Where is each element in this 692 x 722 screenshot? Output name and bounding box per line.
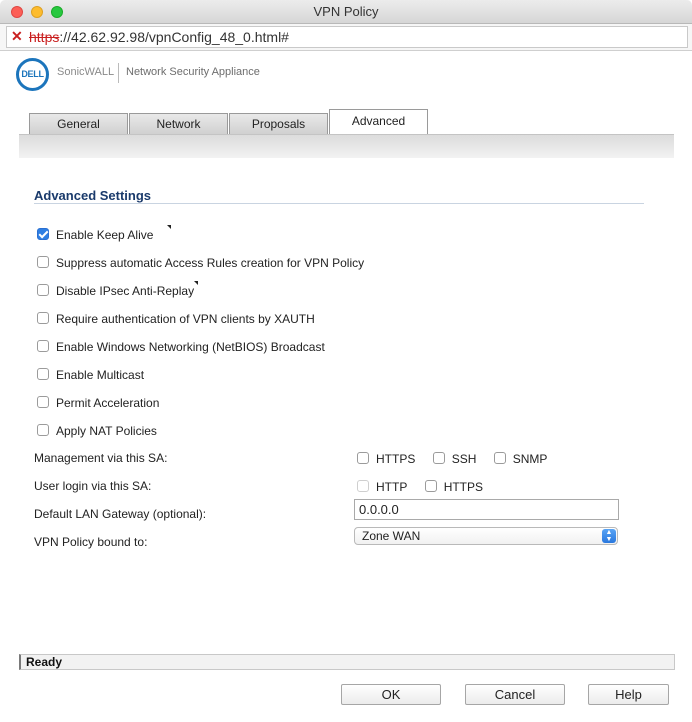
management-snmp-label: SNMP	[512, 451, 548, 466]
user-login-http-checkbox[interactable]	[357, 479, 369, 492]
select-arrows-icon: ▲ ▼	[602, 529, 616, 543]
disable-anti-replay-label: Disable IPsec Anti-Replay	[56, 283, 195, 298]
section-title: Advanced Settings	[34, 188, 152, 203]
tooltip-marker-icon	[166, 225, 171, 229]
help-button[interactable]: Help	[588, 684, 669, 705]
management-ssh-option[interactable]: SSH	[432, 451, 477, 466]
disable-anti-replay-checkbox[interactable]	[37, 283, 49, 296]
window-titlebar: VPN Policy	[0, 0, 692, 24]
enable-multicast-checkbox[interactable]	[37, 367, 49, 380]
option-enable-keep-alive[interactable]: Enable Keep Alive	[37, 225, 171, 243]
permit-acceleration-checkbox[interactable]	[37, 395, 49, 408]
brand-divider	[118, 63, 119, 83]
option-suppress-access-rules[interactable]: Suppress automatic Access Rules creation…	[37, 255, 364, 271]
cancel-button[interactable]: Cancel	[465, 684, 565, 705]
option-enable-multicast[interactable]: Enable Multicast	[37, 367, 144, 383]
management-https-checkbox[interactable]	[357, 451, 369, 464]
management-snmp-checkbox[interactable]	[493, 451, 506, 464]
tab-general[interactable]: General	[29, 113, 128, 135]
management-options: HTTPS SSH SNMP	[357, 451, 561, 467]
management-ssh-checkbox[interactable]	[432, 451, 445, 464]
option-require-xauth[interactable]: Require authentication of VPN clients by…	[37, 311, 315, 327]
option-disable-anti-replay[interactable]: Disable IPsec Anti-Replay	[37, 281, 199, 299]
tab-content-header	[19, 134, 674, 158]
tab-advanced[interactable]: Advanced	[329, 109, 428, 135]
bound-to-label: VPN Policy bound to:	[34, 535, 148, 549]
user-login-https-checkbox[interactable]	[424, 479, 437, 492]
user-login-http-option[interactable]: HTTP	[357, 479, 407, 494]
user-login-https-option[interactable]: HTTPS	[424, 479, 484, 494]
apply-nat-policies-label: Apply NAT Policies	[56, 423, 157, 438]
insecure-lock-icon: ✕	[11, 28, 23, 44]
window-title: VPN Policy	[313, 4, 379, 19]
bound-to-value: Zone WAN	[362, 529, 421, 543]
tooltip-marker-icon	[194, 281, 199, 285]
option-permit-acceleration[interactable]: Permit Acceleration	[37, 395, 159, 411]
address-bar: ✕ https://42.62.92.98/vpnConfig_48_0.htm…	[0, 24, 692, 51]
require-xauth-checkbox[interactable]	[37, 311, 49, 324]
option-netbios-broadcast[interactable]: Enable Windows Networking (NetBIOS) Broa…	[37, 339, 325, 355]
management-label: Management via this SA:	[34, 451, 168, 465]
management-snmp-option[interactable]: SNMP	[493, 451, 548, 466]
apply-nat-policies-checkbox[interactable]	[37, 423, 49, 436]
enable-keep-alive-label: Enable Keep Alive	[56, 227, 154, 242]
management-ssh-label: SSH	[451, 451, 477, 466]
management-https-option[interactable]: HTTPS	[357, 451, 415, 466]
suppress-access-rules-label: Suppress automatic Access Rules creation…	[56, 255, 365, 270]
user-login-label: User login via this SA:	[34, 479, 152, 493]
management-https-label: HTTPS	[376, 451, 416, 466]
ok-button[interactable]: OK	[341, 684, 441, 705]
status-bar: Ready	[19, 654, 675, 670]
dell-logo: DELL	[16, 58, 49, 91]
tab-proposals[interactable]: Proposals	[229, 113, 328, 135]
user-login-options: HTTP HTTPS	[357, 479, 497, 495]
gateway-label: Default LAN Gateway (optional):	[34, 507, 207, 521]
enable-multicast-label: Enable Multicast	[56, 367, 145, 382]
section-divider	[34, 203, 644, 204]
url-text: https://42.62.92.98/vpnConfig_48_0.html#	[29, 29, 289, 45]
user-login-http-label: HTTP	[376, 479, 408, 494]
netbios-broadcast-checkbox[interactable]	[37, 339, 49, 352]
tab-network[interactable]: Network	[129, 113, 228, 135]
permit-acceleration-label: Permit Acceleration	[56, 395, 160, 410]
netbios-broadcast-label: Enable Windows Networking (NetBIOS) Broa…	[56, 339, 325, 354]
gateway-input[interactable]: 0.0.0.0	[354, 499, 619, 520]
option-apply-nat-policies[interactable]: Apply NAT Policies	[37, 423, 157, 439]
require-xauth-label: Require authentication of VPN clients by…	[56, 311, 315, 326]
bound-to-select[interactable]: Zone WAN ▲ ▼	[354, 527, 618, 545]
suppress-access-rules-checkbox[interactable]	[37, 255, 49, 268]
url-scheme: https	[29, 29, 60, 45]
enable-keep-alive-checkbox[interactable]	[37, 227, 49, 240]
brand-subtitle: Network Security Appliance	[126, 66, 260, 78]
url-field[interactable]: ✕ https://42.62.92.98/vpnConfig_48_0.htm…	[6, 26, 688, 48]
url-path: ://42.62.92.98/vpnConfig_48_0.html#	[59, 29, 289, 45]
user-login-https-label: HTTPS	[443, 479, 484, 494]
brand-product: SonicWALL	[57, 66, 115, 78]
